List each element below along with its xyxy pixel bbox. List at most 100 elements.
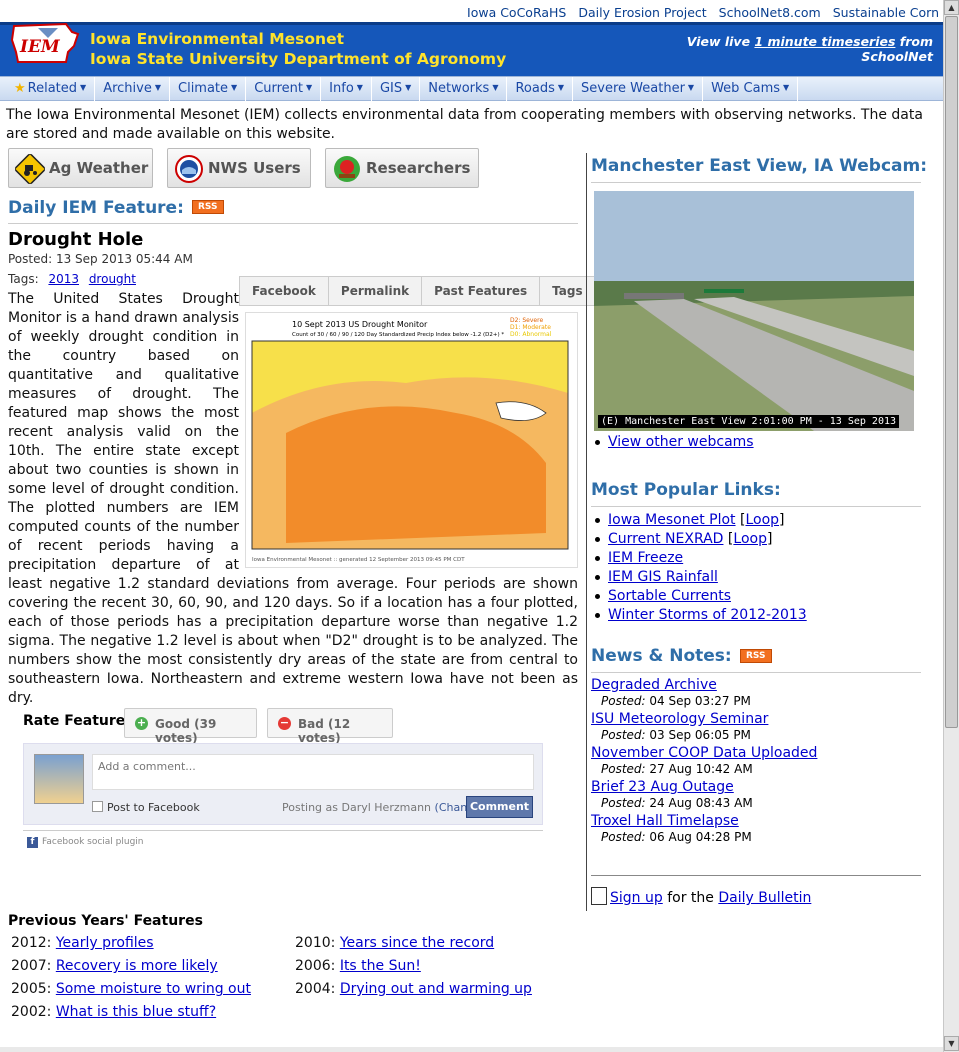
list-item: IEM Freeze: [593, 549, 807, 568]
news-link[interactable]: November COOP Data Uploaded: [591, 745, 817, 761]
view-other-webcams-link[interactable]: View other webcams: [608, 434, 754, 450]
scrollbar-thumb[interactable]: [945, 16, 958, 728]
popular-link[interactable]: Current NEXRAD: [608, 531, 723, 547]
list-item: Sortable Currents: [593, 587, 807, 606]
vertical-scrollbar[interactable]: ▲ ▼: [943, 0, 959, 1052]
prev-link[interactable]: Some moisture to wring out: [56, 981, 251, 997]
site-title[interactable]: Iowa Environmental Mesonet Iowa State Un…: [90, 29, 506, 69]
nav-current[interactable]: Current ▼: [246, 77, 322, 101]
prev-link[interactable]: Years since the record: [340, 935, 494, 951]
nav-networks[interactable]: Networks ▼: [420, 77, 508, 101]
prev-link[interactable]: Yearly profiles: [56, 935, 154, 951]
live-timeseries-link[interactable]: 1 minute timeseries: [754, 34, 895, 49]
prev-year: 2012:: [11, 935, 52, 951]
iem-logo[interactable]: IEM: [8, 12, 82, 70]
news-rss-button[interactable]: RSS: [740, 649, 772, 663]
main-nav: ★ Related ▼ Archive ▼ Climate ▼ Current ▼ Inf…: [0, 76, 943, 101]
nws-users-button[interactable]: NWS Users: [167, 148, 311, 188]
daily-feature-heading: Daily IEM Feature:: [8, 198, 184, 218]
top-link-schoolnet8[interactable]: SchoolNet8.com: [719, 5, 821, 20]
feature-rss-button[interactable]: RSS: [192, 200, 224, 214]
facebook-plugin-credit[interactable]: f Facebook social plugin: [27, 837, 144, 848]
prev-year: 2005:: [11, 981, 52, 997]
feature-title: Drought Hole: [8, 229, 144, 250]
plugin-label: Facebook social plugin: [42, 837, 144, 847]
popular-link[interactable]: Iowa Mesonet Plot: [608, 512, 736, 528]
drought-map-figure[interactable]: 10 Sept 2013 US Drought Monitor Count of…: [245, 312, 578, 568]
nav-web-cams[interactable]: Web Cams ▼: [703, 77, 799, 101]
top-link-erosion[interactable]: Daily Erosion Project: [578, 5, 706, 20]
nav-label: Related: [27, 81, 78, 96]
map-legend-d1: D1: Moderate: [510, 324, 551, 331]
loop-link[interactable]: Loop: [745, 512, 779, 528]
feature-divider: [8, 223, 578, 224]
rate-good-button[interactable]: + Good (39 votes): [124, 708, 257, 745]
rate-bad-button[interactable]: − Bad (12 votes): [267, 708, 393, 745]
nav-label: Info: [329, 81, 354, 96]
scroll-down-icon[interactable]: ▼: [944, 1036, 959, 1051]
caret-down-icon: ▼: [356, 83, 363, 92]
post-to-facebook-checkbox[interactable]: Post to Facebook: [92, 801, 200, 814]
posted-label: Posted:: [601, 728, 646, 742]
news-list: Degraded Archive Posted: 04 Sep 03:27 PM …: [591, 677, 817, 847]
tab-permalink[interactable]: Permalink: [329, 277, 423, 305]
plus-icon: +: [135, 716, 148, 730]
researchers-button[interactable]: Researchers: [325, 148, 479, 188]
news-posted: Posted: 24 Aug 08:43 AM: [591, 796, 817, 810]
prev-item: 2002: What is this blue stuff?: [11, 1004, 216, 1020]
tag-link-2013[interactable]: 2013: [48, 272, 79, 286]
caret-down-icon: ▼: [557, 83, 565, 92]
nav-label: Severe Weather: [581, 81, 685, 96]
top-link-cocorahs[interactable]: Iowa CoCoRaHS: [467, 5, 566, 20]
signup-link[interactable]: Sign up: [610, 890, 663, 906]
posting-as-label: Posting as Daryl Herzmann: [282, 801, 432, 814]
tab-past-features[interactable]: Past Features: [422, 277, 541, 305]
tag-link-drought[interactable]: drought: [89, 272, 136, 286]
prev-link[interactable]: Drying out and warming up: [340, 981, 532, 997]
top-links-bar: Iowa CoCoRaHS Daily Erosion Project Scho…: [0, 0, 943, 22]
researchers-label: Researchers: [366, 159, 471, 177]
prev-year: 2002:: [11, 1004, 52, 1020]
popular-link[interactable]: Sortable Currents: [608, 588, 731, 604]
prev-year: 2007:: [11, 958, 52, 974]
comment-input[interactable]: Add a comment...: [92, 754, 534, 790]
prev-link[interactable]: Its the Sun!: [340, 958, 421, 974]
horizontal-scrollbar[interactable]: [0, 1047, 943, 1052]
caret-down-icon: ▼: [687, 83, 695, 92]
top-link-sustainable-corn[interactable]: Sustainable Corn: [833, 5, 939, 20]
tab-facebook[interactable]: Facebook: [240, 277, 329, 305]
popular-link[interactable]: IEM GIS Rainfall: [608, 569, 718, 585]
prev-year: 2006:: [295, 958, 336, 974]
nav-roads[interactable]: Roads ▼: [507, 77, 574, 101]
nav-gis[interactable]: GIS ▼: [372, 77, 421, 101]
news-posted: Posted: 06 Aug 04:28 PM: [591, 830, 817, 844]
nav-climate[interactable]: Climate ▼: [170, 77, 247, 101]
nav-archive[interactable]: Archive ▼: [95, 77, 170, 101]
prev-item: 2007: Recovery is more likely: [11, 958, 218, 974]
rate-feature: Rate Feature + Good (39 votes) − Bad (12…: [23, 708, 543, 745]
prev-link[interactable]: Recovery is more likely: [56, 958, 218, 974]
news-date: 24 Aug 08:43 AM: [649, 796, 753, 810]
news-link[interactable]: ISU Meteorology Seminar: [591, 711, 768, 727]
comment-button[interactable]: Comment: [466, 796, 533, 818]
nav-info[interactable]: Info ▼: [321, 77, 372, 101]
posted-label: Posted:: [601, 762, 646, 776]
prev-item: 2005: Some moisture to wring out: [11, 981, 251, 997]
tractor-icon: [15, 154, 45, 184]
scroll-up-icon[interactable]: ▲: [944, 0, 959, 15]
daily-bulletin-link[interactable]: Daily Bulletin: [718, 890, 811, 906]
prev-link[interactable]: What is this blue stuff?: [56, 1004, 216, 1020]
nav-related[interactable]: ★ Related ▼: [6, 77, 96, 101]
popular-link[interactable]: IEM Freeze: [608, 550, 683, 566]
webcam-caption: (E) Manchester East View 2:01:00 PM - 13…: [598, 415, 900, 428]
loop-link[interactable]: Loop: [733, 531, 767, 547]
news-link[interactable]: Brief 23 Aug Outage: [591, 779, 734, 795]
popular-link[interactable]: Winter Storms of 2012-2013: [608, 607, 807, 623]
webcam-image[interactable]: (E) Manchester East View 2:01:00 PM - 13…: [594, 191, 914, 431]
news-link[interactable]: Degraded Archive: [591, 677, 717, 693]
popular-divider: [591, 506, 921, 507]
ag-weather-button[interactable]: Ag Weather: [8, 148, 153, 188]
news-posted: Posted: 03 Sep 06:05 PM: [591, 728, 817, 742]
nav-severe-weather[interactable]: Severe Weather ▼: [573, 77, 704, 101]
news-link[interactable]: Troxel Hall Timelapse: [591, 813, 739, 829]
